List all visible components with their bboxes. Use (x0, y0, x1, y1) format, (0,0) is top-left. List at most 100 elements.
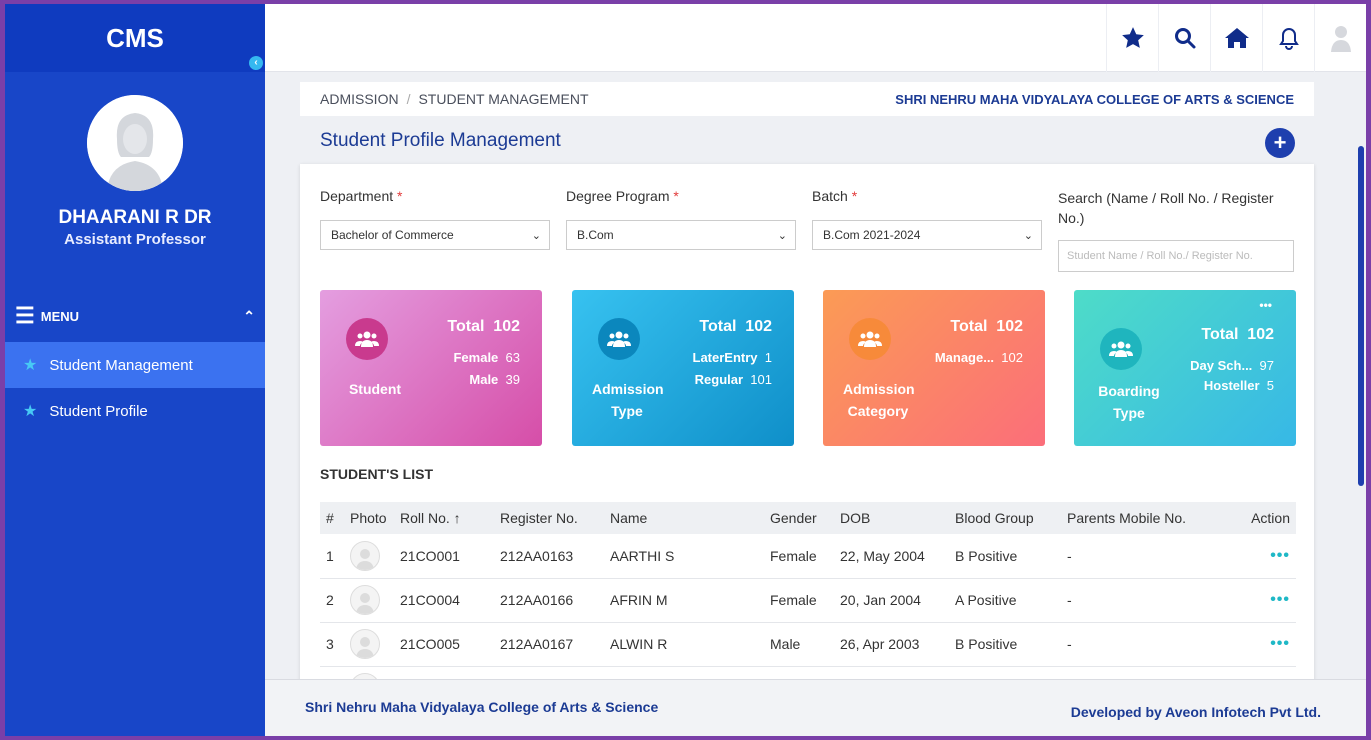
profile-button[interactable] (1314, 4, 1366, 72)
star-icon: ★ (23, 403, 38, 420)
group-icon (598, 318, 640, 360)
degree-select[interactable]: B.Com ⌄ (566, 220, 796, 250)
home-icon (1224, 28, 1249, 48)
card-stat-laterentry: LaterEntry 1 (692, 350, 773, 365)
batch-select[interactable]: B.Com 2021-2024 ⌄ (812, 220, 1042, 250)
table-row[interactable]: 3 21CO005 212AA0167 ALWIN R Male 26, Apr… (320, 622, 1296, 667)
student-name: AARTHI S (604, 534, 764, 579)
department-select[interactable]: Bachelor of Commerce ⌄ (320, 220, 550, 250)
student-name: ALWIN R (604, 622, 764, 667)
roll-no: 21CO001 (394, 534, 494, 579)
table-row-partial[interactable] (320, 666, 1296, 679)
notifications-button[interactable] (1262, 4, 1314, 72)
admission-type-card[interactable]: Admission Type Total 102 LaterEntry 1 Re… (572, 290, 794, 446)
blood-group: B Positive (949, 534, 1061, 579)
breadcrumb-separator: / (406, 91, 411, 107)
page-scrollbar[interactable] (1358, 146, 1364, 486)
group-icon (1100, 328, 1142, 370)
card-stat-female: Female 63 (453, 350, 520, 365)
breadcrumb: ADMISSION / STUDENT MANAGEMENT SHRI NEHR… (300, 82, 1314, 116)
star-icon: ★ (23, 357, 38, 374)
footer: Shri Nehru Maha Vidyalaya College of Art… (265, 679, 1366, 736)
admission-category-card[interactable]: Admission Category Total 102 Manage... 1… (823, 290, 1045, 446)
bell-icon (1278, 27, 1299, 50)
collapse-sidebar-icon[interactable]: ‹ (249, 56, 263, 70)
more-options-icon[interactable]: ••• (1259, 298, 1272, 312)
dob: 20, Jan 2004 (834, 578, 949, 623)
sidebar-item-student-management[interactable]: ★ Student Management (5, 342, 265, 388)
row-actions-icon[interactable]: ••• (1270, 547, 1290, 564)
register-no: 212AA0163 (494, 534, 604, 579)
roll-no: 21CO004 (394, 578, 494, 623)
row-actions-icon[interactable]: ••• (1270, 591, 1290, 608)
topbar (265, 4, 1366, 72)
card-total: Total 102 (699, 318, 772, 335)
student-photo-icon (350, 585, 380, 615)
sidebar: CMS ‹ DHAARANI R DR Assistant Professor … (5, 4, 265, 736)
card-caption: Student (348, 381, 402, 397)
group-icon (346, 318, 388, 360)
student-summary-card[interactable]: Student Total 102 Female 63 Male 39 (320, 290, 542, 446)
col-parents-mobile[interactable]: Parents Mobile No. (1061, 502, 1231, 534)
col-roll-no[interactable]: Roll No. ↑ (394, 502, 494, 534)
row-index: 2 (320, 578, 344, 623)
search-input[interactable] (1058, 240, 1294, 272)
footer-developer[interactable]: Developed by Aveon Infotech Pvt Ltd. (1071, 704, 1321, 720)
card-total: Total 102 (950, 318, 1023, 335)
user-role: Assistant Professor (64, 231, 206, 248)
search-button[interactable] (1158, 4, 1210, 72)
table-row[interactable]: 1 21CO001 212AA0163 AARTHI S Female 22, … (320, 534, 1296, 579)
row-actions-icon[interactable]: ••• (1270, 635, 1290, 652)
blood-group: B Positive (949, 622, 1061, 667)
batch-label: Batch * (812, 188, 858, 204)
register-no: 212AA0166 (494, 578, 604, 623)
gender: Female (764, 578, 834, 623)
menu-label: MENU (40, 308, 80, 324)
col-name[interactable]: Name (604, 502, 764, 534)
main-content: ADMISSION / STUDENT MANAGEMENT SHRI NEHR… (265, 72, 1366, 679)
col-dob[interactable]: DOB (834, 502, 949, 534)
parents-mobile: - (1061, 534, 1231, 579)
degree-filter: Degree Program * B.Com ⌄ (566, 188, 796, 250)
favorites-button[interactable] (1106, 4, 1158, 72)
batch-filter: Batch * B.Com 2021-2024 ⌄ (812, 188, 1042, 250)
boarding-type-card[interactable]: ••• Boarding Type Total 102 Day Sch... 9… (1074, 290, 1296, 446)
star-icon (1121, 27, 1144, 48)
add-student-button[interactable]: + (1265, 128, 1295, 158)
card-stat-regular: Regular 101 (694, 372, 772, 387)
breadcrumb-item-student-management[interactable]: STUDENT MANAGEMENT (418, 91, 588, 107)
user-name: DHAARANI R DR (58, 207, 212, 228)
card-caption: Boarding Type (1098, 383, 1160, 421)
card-stat-dayscholar: Day Sch... 97 (1190, 358, 1274, 373)
breadcrumb-item-admission[interactable]: ADMISSION (320, 91, 399, 107)
col-register-no[interactable]: Register No. (494, 502, 604, 534)
students-table: # Photo Roll No. ↑ Register No. Name Gen… (320, 502, 1296, 679)
table-header-row: # Photo Roll No. ↑ Register No. Name Gen… (320, 502, 1296, 534)
footer-college-name: Shri Nehru Maha Vidyalaya College of Art… (305, 699, 659, 715)
card-total: Total 102 (1201, 326, 1274, 343)
sidebar-item-student-profile[interactable]: ★ Student Profile (5, 388, 265, 434)
card-stat-male: Male 39 (469, 372, 520, 387)
hamburger-icon: ☰ (15, 303, 35, 328)
card-caption: Admission Category (843, 381, 915, 419)
topbar-icons (1106, 4, 1366, 72)
menu-header[interactable]: ☰ MENU ⌃ (5, 302, 265, 330)
col-blood-group[interactable]: Blood Group (949, 502, 1061, 534)
students-list-title: STUDENT'S LIST (320, 466, 433, 482)
group-icon (849, 318, 891, 360)
degree-label: Degree Program * (566, 188, 679, 204)
col-index: # (320, 502, 344, 534)
brand-text: CMS (106, 22, 164, 53)
department-label: Department * (320, 188, 403, 204)
summary-cards: Student Total 102 Female 63 Male 39 Admi… (320, 290, 1296, 446)
row-index: 1 (320, 534, 344, 579)
sidebar-item-label: Student Management (49, 356, 193, 374)
chevron-up-icon: ⌃ (243, 307, 255, 324)
home-button[interactable] (1210, 4, 1262, 72)
col-gender[interactable]: Gender (764, 502, 834, 534)
table-row[interactable]: 2 21CO004 212AA0166 AFRIN M Female 20, J… (320, 578, 1296, 623)
brand-logo[interactable]: CMS ‹ (5, 4, 265, 72)
female-avatar-icon (87, 95, 183, 191)
page-title: Student Profile Management (320, 130, 561, 151)
chevron-down-icon: ⌄ (531, 229, 541, 242)
